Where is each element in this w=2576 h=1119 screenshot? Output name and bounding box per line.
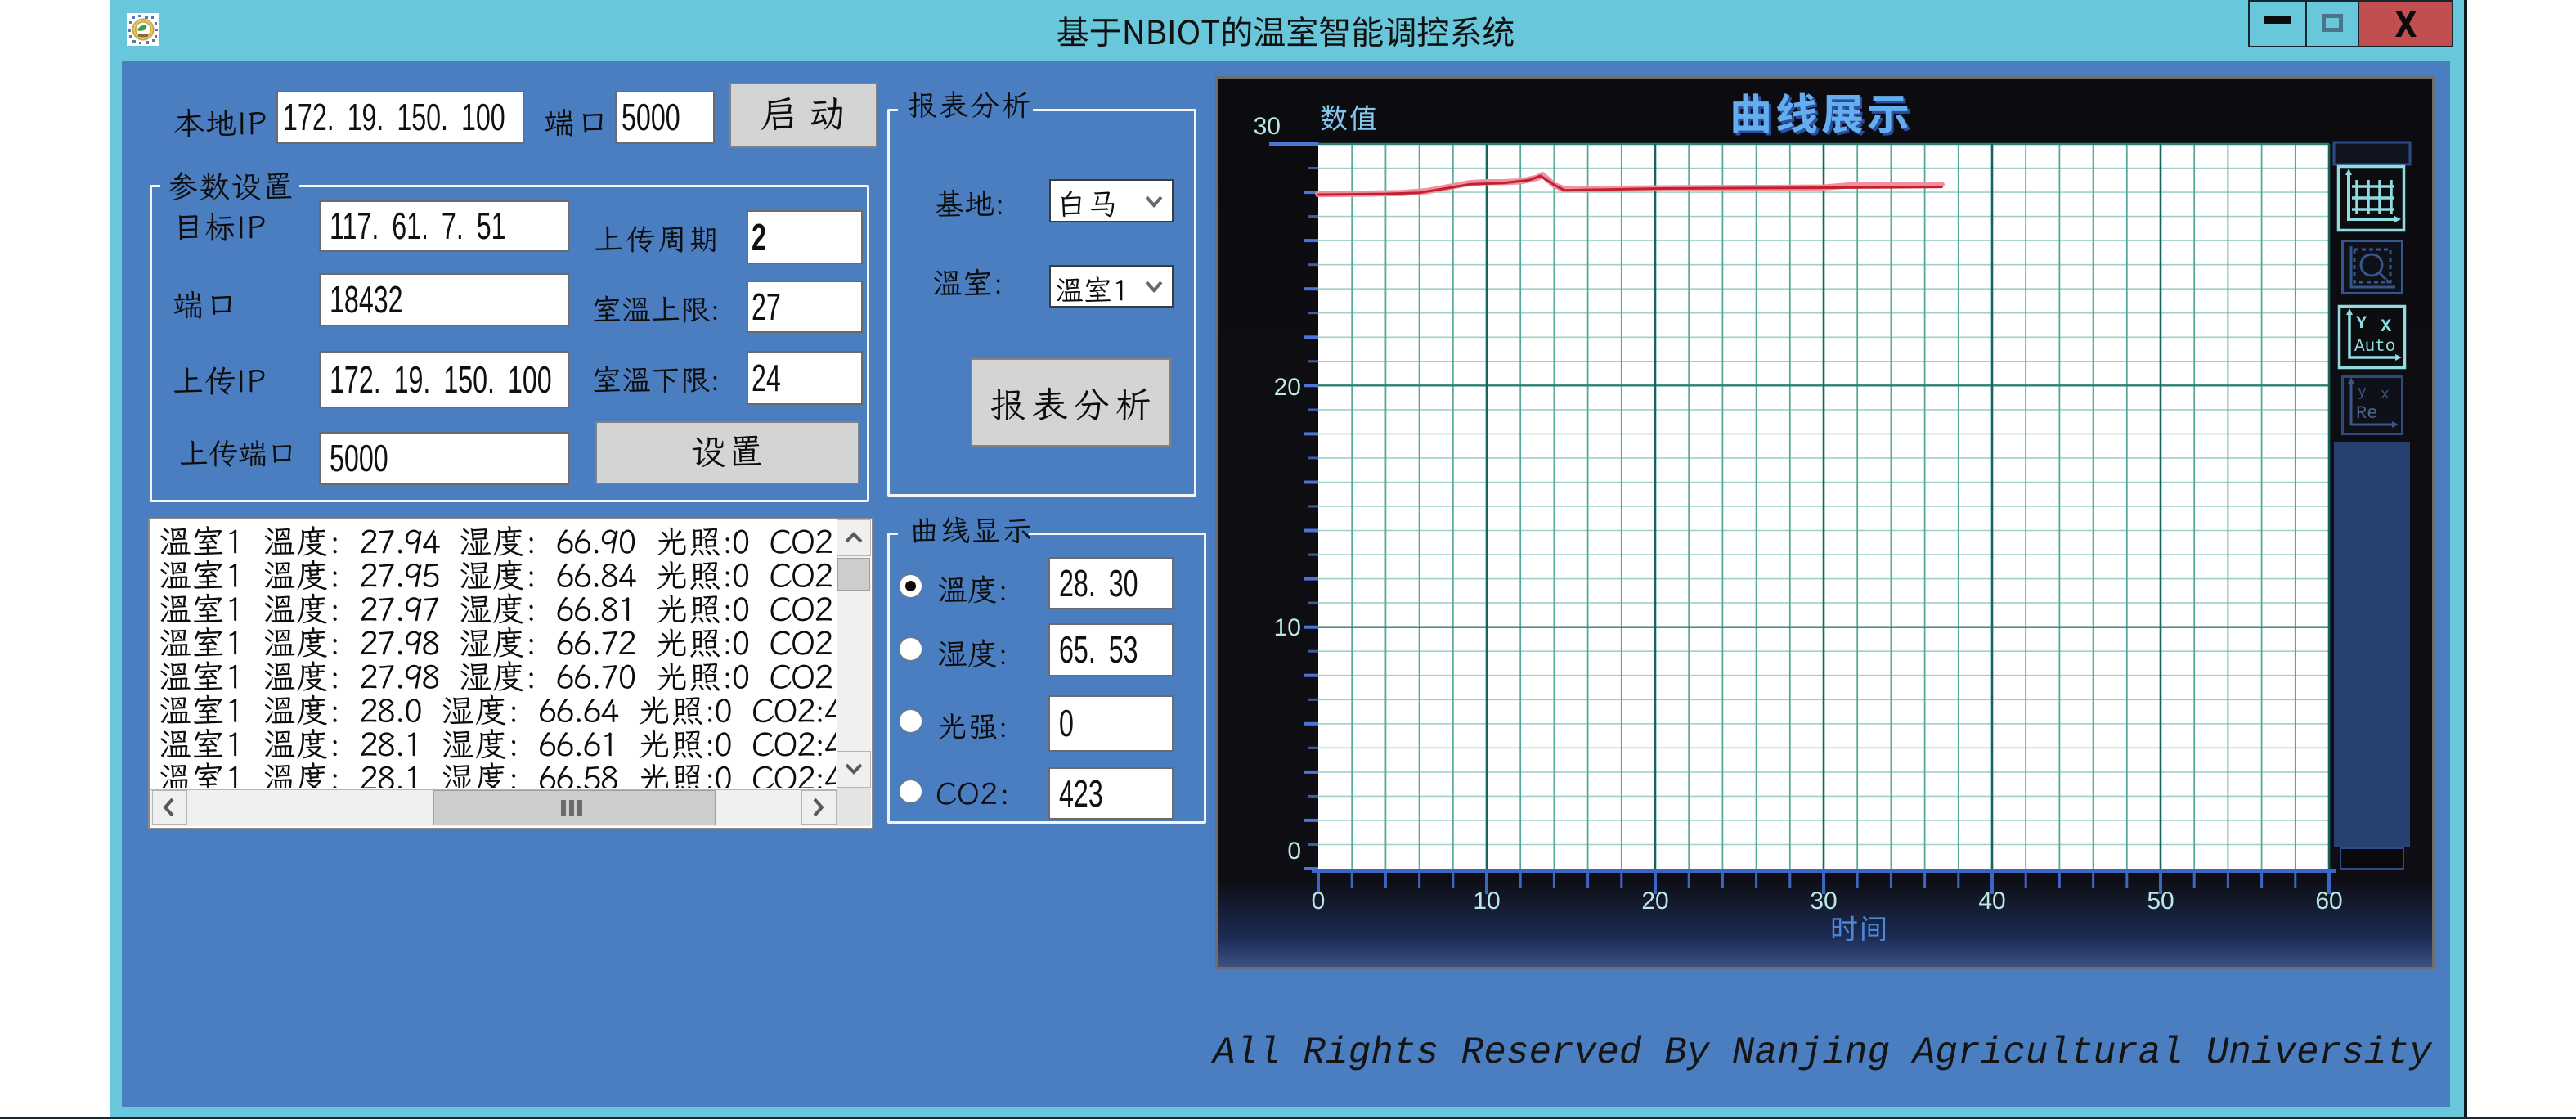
svg-text:30: 30 — [1810, 888, 1837, 915]
svg-text:10: 10 — [1473, 888, 1500, 915]
svg-text:0: 0 — [1312, 888, 1326, 915]
svg-text:X: X — [2381, 317, 2392, 337]
svg-text:50: 50 — [2147, 888, 2174, 915]
svg-text:60: 60 — [2315, 888, 2342, 915]
svg-text:Auto: Auto — [2354, 338, 2395, 357]
svg-text:20: 20 — [1641, 888, 1668, 915]
svg-text:0: 0 — [1287, 838, 1301, 865]
svg-text:Re: Re — [2356, 403, 2377, 424]
svg-text:30: 30 — [1254, 113, 1281, 140]
svg-text:Y: Y — [2356, 313, 2367, 334]
svg-text:x: x — [2381, 387, 2390, 403]
svg-text:20: 20 — [1274, 374, 1301, 401]
svg-text:y: y — [2358, 384, 2367, 401]
svg-text:10: 10 — [1274, 614, 1301, 641]
svg-text:40: 40 — [1978, 888, 2005, 915]
